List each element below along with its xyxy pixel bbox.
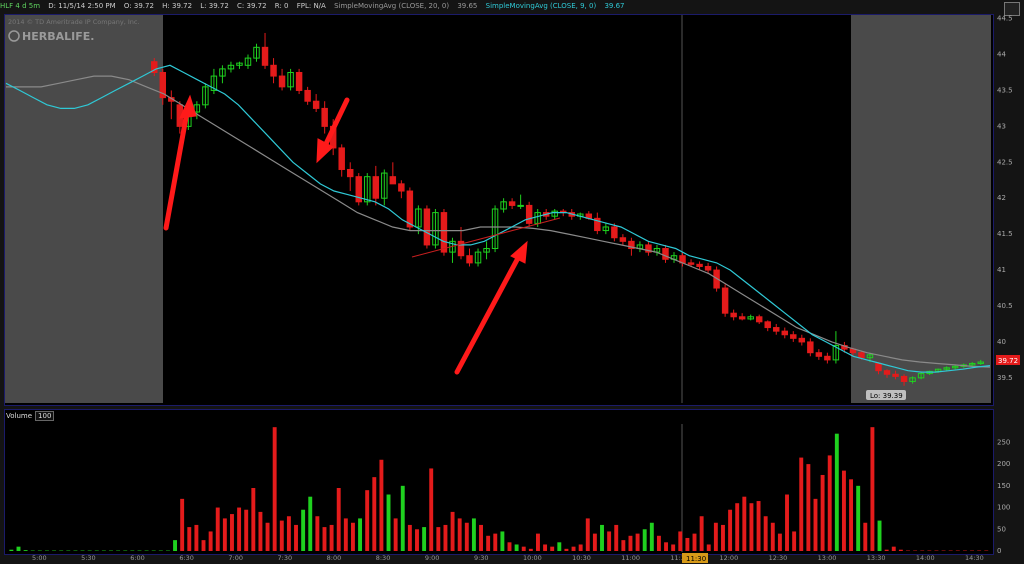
price-tick-label: 41 — [997, 266, 1006, 274]
candle-body — [807, 341, 814, 354]
time-tick-label: 14:30 — [965, 554, 984, 562]
candle-body — [892, 373, 899, 377]
time-tick-label: 6:30 — [179, 554, 194, 562]
arrow-shaft-1 — [163, 109, 190, 231]
time-tick-label: 12:00 — [719, 554, 738, 562]
candle-body — [815, 352, 823, 357]
time-tick-label: 5:30 — [81, 554, 96, 562]
candle-body — [338, 147, 345, 170]
volume-value[interactable]: 100 — [35, 411, 55, 421]
volume-tick-label: 0 — [997, 547, 1001, 555]
time-tick-label: 13:30 — [867, 554, 886, 562]
candle-body — [687, 262, 695, 265]
time-tick-label: 12:30 — [769, 554, 788, 562]
candle-body — [900, 375, 908, 382]
volume-label: Volume — [6, 412, 33, 420]
candle-body — [696, 263, 703, 267]
candle-body — [389, 176, 397, 185]
price-tick-label: 42.5 — [997, 158, 1013, 166]
afterhours-shade — [851, 15, 991, 403]
candle-body — [704, 265, 712, 271]
candle-body — [798, 337, 806, 343]
price-chart[interactable]: 39.5 40 40.5 41 41.5 42 42.5 43 43.5 44 44.5 39.72… — [0, 0, 1024, 408]
candle-body — [304, 89, 311, 102]
volume-tick-label: 100 — [997, 504, 1010, 512]
candle-body — [312, 100, 320, 109]
candle-body — [295, 71, 303, 91]
candle-body — [372, 176, 380, 199]
candle-body — [773, 327, 780, 332]
arrow-shaft-3 — [454, 255, 521, 375]
candle-body — [406, 190, 414, 228]
candle-body — [398, 183, 405, 192]
chart-window: HLF 4 d 5m D: 11/5/14 2:50 PM O: 39.72 H… — [0, 0, 1024, 564]
candle-body — [508, 201, 516, 206]
price-tick-label: 39.5 — [997, 374, 1013, 382]
annotation-arrows — [163, 94, 528, 375]
candle-body — [738, 316, 746, 320]
volume-tab: Volume 100 — [6, 411, 55, 421]
candle-body — [790, 334, 797, 339]
arrow-head-3 — [510, 240, 528, 264]
price-tick-label: 44.5 — [997, 15, 1013, 23]
candle-body — [261, 46, 269, 66]
time-tick-label: 11:00 — [621, 554, 640, 562]
candle-body — [730, 312, 737, 318]
time-tick-label: 6:00 — [130, 554, 145, 562]
candle-body — [466, 255, 473, 264]
volume-panel[interactable] — [4, 409, 994, 555]
low-badge: Lo: 39.39 — [870, 392, 903, 400]
candle-body — [721, 287, 729, 314]
time-tick-label: 14:00 — [916, 554, 935, 562]
candle-body — [781, 330, 788, 336]
time-badge: 11:30 — [686, 555, 706, 563]
candle-body — [278, 75, 286, 88]
candle-body — [347, 168, 354, 178]
candle-body — [270, 64, 277, 77]
brand-watermark: HERBALIFE. — [22, 30, 94, 43]
volume-tick-label: 150 — [997, 482, 1010, 490]
price-tick-label: 40.5 — [997, 302, 1013, 310]
time-tick-label: 10:30 — [572, 554, 591, 562]
last-price-badge: 39.72 — [998, 357, 1018, 365]
time-tick-label: 9:00 — [425, 554, 440, 562]
time-tick-label: 11:30 — [670, 554, 689, 562]
candle-body — [662, 248, 669, 260]
candle-body — [883, 370, 891, 375]
candle-body — [755, 316, 763, 323]
candle-body — [619, 237, 627, 242]
price-tick-label: 43 — [997, 122, 1006, 130]
candle-body — [525, 204, 533, 224]
candle-body — [423, 208, 431, 246]
time-tick-label: 10:00 — [523, 554, 542, 562]
candle-body — [824, 355, 831, 361]
price-tick-label: 44 — [997, 51, 1006, 59]
volume-tick-label: 250 — [997, 438, 1010, 446]
trend-line[interactable] — [411, 217, 561, 258]
price-tick-label: 40 — [997, 338, 1006, 346]
time-tick-label: 5:00 — [32, 554, 47, 562]
premarket-shade — [5, 15, 163, 403]
candle-body — [321, 107, 328, 127]
time-tick-label: 8:30 — [376, 554, 391, 562]
candle-body — [517, 204, 524, 207]
candle-body — [875, 362, 882, 372]
volume-tick-label: 200 — [997, 460, 1010, 468]
time-tick-label: 9:30 — [474, 554, 489, 562]
candle-body — [440, 212, 448, 253]
price-tick-label: 42 — [997, 194, 1006, 202]
time-tick-label: 7:00 — [228, 554, 243, 562]
candle-body — [611, 226, 618, 239]
price-tick-label: 43.5 — [997, 86, 1013, 94]
candle-body — [858, 352, 865, 359]
time-tick-label: 7:30 — [278, 554, 293, 562]
price-tick-label: 41.5 — [997, 230, 1013, 238]
candle-body — [764, 321, 771, 329]
volume-tick-label: 50 — [997, 525, 1006, 533]
copyright-text: 2014 © TD Ameritrade IP Company, Inc. — [8, 18, 140, 26]
time-tick-label: 8:00 — [327, 554, 342, 562]
time-tick-label: 13:00 — [818, 554, 837, 562]
